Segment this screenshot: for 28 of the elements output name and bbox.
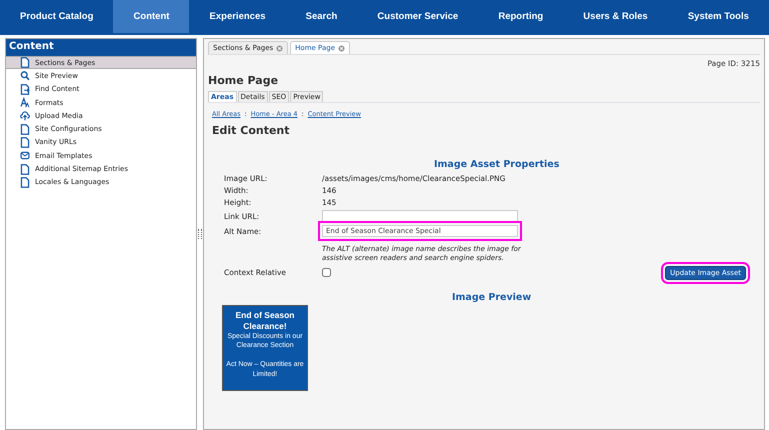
cloud-upload-icon bbox=[20, 110, 30, 122]
nav-tab[interactable]: System Tools bbox=[668, 0, 769, 33]
close-icon[interactable] bbox=[338, 44, 345, 52]
document-icon bbox=[20, 176, 30, 188]
section-heading: Edit Content bbox=[212, 124, 291, 137]
letters-icon bbox=[20, 97, 30, 108]
sidebar-title: Content bbox=[6, 39, 196, 56]
section-heading: Image Asset Properties bbox=[434, 159, 560, 170]
nav-tab[interactable]: Product Catalog bbox=[0, 0, 114, 33]
nav-tab[interactable]: Customer Service bbox=[357, 0, 478, 33]
document-icon bbox=[20, 136, 30, 148]
checkbox[interactable] bbox=[322, 268, 331, 277]
splitter-handle[interactable] bbox=[198, 229, 202, 239]
envelope-icon bbox=[20, 150, 30, 162]
search-icon bbox=[20, 70, 30, 82]
nav-tab[interactable]: Reporting bbox=[478, 0, 564, 33]
close-icon[interactable] bbox=[276, 44, 284, 52]
nav-tab[interactable]: Content bbox=[113, 0, 190, 33]
text-field[interactable] bbox=[322, 210, 518, 222]
section-heading: Image Preview bbox=[452, 292, 532, 302]
document-icon bbox=[20, 164, 30, 175]
document-icon bbox=[20, 57, 30, 68]
document-icon bbox=[20, 124, 30, 135]
nav-tab[interactable]: Search bbox=[286, 0, 358, 33]
document-arrow-icon bbox=[20, 84, 30, 95]
page-title: Home Page bbox=[208, 74, 280, 87]
nav-tab[interactable]: Users & Roles bbox=[563, 0, 668, 33]
nav-tab[interactable]: Experiences bbox=[189, 0, 286, 33]
